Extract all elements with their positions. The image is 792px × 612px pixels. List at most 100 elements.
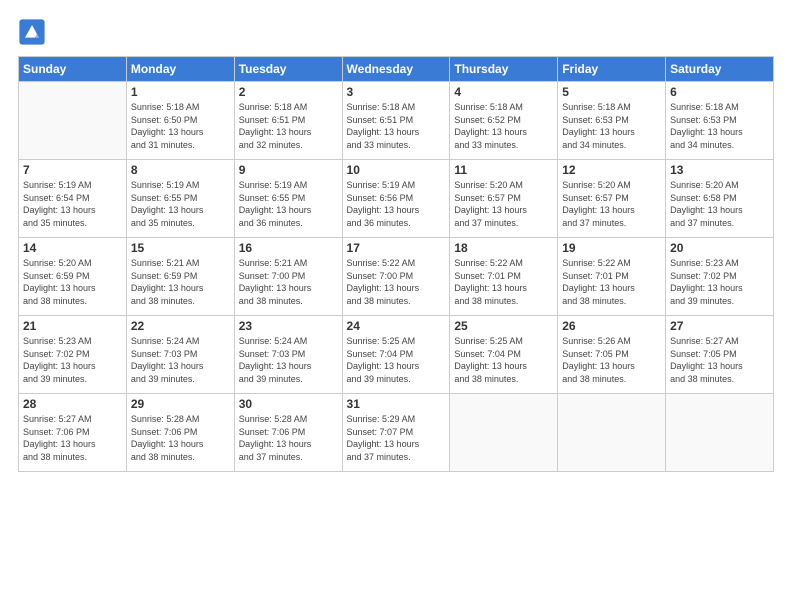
calendar-cell: 31 Sunrise: 5:29 AMSunset: 7:07 PMDayligh… [342,394,450,472]
calendar-week-row: 14 Sunrise: 5:20 AMSunset: 6:59 PMDayligh… [19,238,774,316]
day-info: Sunrise: 5:18 AMSunset: 6:53 PMDaylight:… [670,101,769,151]
calendar-cell: 19 Sunrise: 5:22 AMSunset: 7:01 PMDayligh… [558,238,666,316]
calendar-cell: 11 Sunrise: 5:20 AMSunset: 6:57 PMDayligh… [450,160,558,238]
day-number: 20 [670,241,769,255]
calendar-cell [558,394,666,472]
calendar-week-row: 28Sunrise: 5:27 AMSunset: 7:06 PMDayligh… [19,394,774,472]
day-info: Sunrise: 5:25 AMSunset: 7:04 PMDaylight:… [347,335,446,385]
day-info: Sunrise: 5:19 AMSunset: 6:55 PMDaylight:… [131,179,230,229]
day-number: 8 [131,163,230,177]
calendar-cell: 4 Sunrise: 5:18 AMSunset: 6:52 PMDaylight… [450,82,558,160]
day-number: 17 [347,241,446,255]
day-header-tuesday: Tuesday [234,57,342,82]
day-info: Sunrise: 5:22 AMSunset: 7:00 PMDaylight:… [347,257,446,307]
day-header-sunday: Sunday [19,57,127,82]
calendar-cell: 5 Sunrise: 5:18 AMSunset: 6:53 PMDaylight… [558,82,666,160]
calendar-cell: 10Sunrise: 5:19 AMSunset: 6:56 PMDayligh… [342,160,450,238]
day-info: Sunrise: 5:18 AMSunset: 6:51 PMDaylight:… [347,101,446,151]
calendar-header-row: SundayMondayTuesdayWednesdayThursdayFrid… [19,57,774,82]
calendar-cell: 9 Sunrise: 5:19 AMSunset: 6:55 PMDaylight… [234,160,342,238]
calendar-week-row: 21 Sunrise: 5:23 AMSunset: 7:02 PMDayligh… [19,316,774,394]
day-info: Sunrise: 5:18 AMSunset: 6:52 PMDaylight:… [454,101,553,151]
header [18,18,774,46]
day-number: 27 [670,319,769,333]
day-number: 9 [239,163,338,177]
day-number: 2 [239,85,338,99]
day-number: 19 [562,241,661,255]
calendar-cell: 2 Sunrise: 5:18 AMSunset: 6:51 PMDaylight… [234,82,342,160]
day-number: 23 [239,319,338,333]
calendar-table: SundayMondayTuesdayWednesdayThursdayFrid… [18,56,774,472]
day-number: 31 [347,397,446,411]
calendar-cell: 8 Sunrise: 5:19 AMSunset: 6:55 PMDaylight… [126,160,234,238]
calendar-cell: 20 Sunrise: 5:23 AMSunset: 7:02 PMDayligh… [666,238,774,316]
day-info: Sunrise: 5:23 AMSunset: 7:02 PMDaylight:… [670,257,769,307]
day-info: Sunrise: 5:18 AMSunset: 6:53 PMDaylight:… [562,101,661,151]
day-info: Sunrise: 5:26 AMSunset: 7:05 PMDaylight:… [562,335,661,385]
calendar-cell [450,394,558,472]
day-number: 4 [454,85,553,99]
day-number: 25 [454,319,553,333]
page: SundayMondayTuesdayWednesdayThursdayFrid… [0,0,792,612]
day-number: 15 [131,241,230,255]
day-info: Sunrise: 5:25 AMSunset: 7:04 PMDaylight:… [454,335,553,385]
calendar-cell: 1Sunrise: 5:18 AMSunset: 6:50 PMDaylight… [126,82,234,160]
day-info: Sunrise: 5:23 AMSunset: 7:02 PMDaylight:… [23,335,122,385]
calendar-cell: 18 Sunrise: 5:22 AMSunset: 7:01 PMDayligh… [450,238,558,316]
calendar-cell: 22Sunrise: 5:24 AMSunset: 7:03 PMDayligh… [126,316,234,394]
day-info: Sunrise: 5:24 AMSunset: 7:03 PMDaylight:… [239,335,338,385]
day-info: Sunrise: 5:22 AMSunset: 7:01 PMDaylight:… [562,257,661,307]
calendar-cell: 23 Sunrise: 5:24 AMSunset: 7:03 PMDayligh… [234,316,342,394]
calendar-cell: 27Sunrise: 5:27 AMSunset: 7:05 PMDayligh… [666,316,774,394]
calendar-cell: 12Sunrise: 5:20 AMSunset: 6:57 PMDayligh… [558,160,666,238]
day-info: Sunrise: 5:28 AMSunset: 7:06 PMDaylight:… [131,413,230,463]
day-number: 11 [454,163,553,177]
day-header-monday: Monday [126,57,234,82]
day-info: Sunrise: 5:20 AMSunset: 6:57 PMDaylight:… [454,179,553,229]
day-info: Sunrise: 5:21 AMSunset: 6:59 PMDaylight:… [131,257,230,307]
calendar-cell [666,394,774,472]
day-number: 5 [562,85,661,99]
calendar-cell: 24 Sunrise: 5:25 AMSunset: 7:04 PMDayligh… [342,316,450,394]
day-info: Sunrise: 5:24 AMSunset: 7:03 PMDaylight:… [131,335,230,385]
day-number: 14 [23,241,122,255]
calendar-cell: 26 Sunrise: 5:26 AMSunset: 7:05 PMDayligh… [558,316,666,394]
day-number: 13 [670,163,769,177]
day-number: 6 [670,85,769,99]
day-number: 24 [347,319,446,333]
calendar-cell: 25 Sunrise: 5:25 AMSunset: 7:04 PMDayligh… [450,316,558,394]
day-header-friday: Friday [558,57,666,82]
day-info: Sunrise: 5:19 AMSunset: 6:54 PMDaylight:… [23,179,122,229]
day-info: Sunrise: 5:29 AMSunset: 7:07 PMDaylight:… [347,413,446,463]
calendar-cell: 14 Sunrise: 5:20 AMSunset: 6:59 PMDayligh… [19,238,127,316]
day-number: 16 [239,241,338,255]
day-info: Sunrise: 5:19 AMSunset: 6:55 PMDaylight:… [239,179,338,229]
day-header-thursday: Thursday [450,57,558,82]
day-number: 7 [23,163,122,177]
day-number: 21 [23,319,122,333]
calendar-cell: 17 Sunrise: 5:22 AMSunset: 7:00 PMDayligh… [342,238,450,316]
calendar-cell: 15 Sunrise: 5:21 AMSunset: 6:59 PMDayligh… [126,238,234,316]
day-number: 18 [454,241,553,255]
calendar-cell [19,82,127,160]
day-header-wednesday: Wednesday [342,57,450,82]
calendar-cell: 21 Sunrise: 5:23 AMSunset: 7:02 PMDayligh… [19,316,127,394]
day-info: Sunrise: 5:28 AMSunset: 7:06 PMDaylight:… [239,413,338,463]
day-number: 26 [562,319,661,333]
calendar-week-row: 7 Sunrise: 5:19 AMSunset: 6:54 PMDaylight… [19,160,774,238]
calendar-cell: 3 Sunrise: 5:18 AMSunset: 6:51 PMDaylight… [342,82,450,160]
day-number: 28 [23,397,122,411]
day-number: 10 [347,163,446,177]
day-info: Sunrise: 5:18 AMSunset: 6:50 PMDaylight:… [131,101,230,151]
day-info: Sunrise: 5:22 AMSunset: 7:01 PMDaylight:… [454,257,553,307]
logo [18,18,48,46]
day-number: 12 [562,163,661,177]
calendar-cell: 16Sunrise: 5:21 AMSunset: 7:00 PMDayligh… [234,238,342,316]
day-info: Sunrise: 5:20 AMSunset: 6:58 PMDaylight:… [670,179,769,229]
day-info: Sunrise: 5:20 AMSunset: 6:59 PMDaylight:… [23,257,122,307]
calendar-week-row: 1Sunrise: 5:18 AMSunset: 6:50 PMDaylight… [19,82,774,160]
calendar-cell: 28Sunrise: 5:27 AMSunset: 7:06 PMDayligh… [19,394,127,472]
day-number: 3 [347,85,446,99]
day-number: 30 [239,397,338,411]
day-info: Sunrise: 5:18 AMSunset: 6:51 PMDaylight:… [239,101,338,151]
